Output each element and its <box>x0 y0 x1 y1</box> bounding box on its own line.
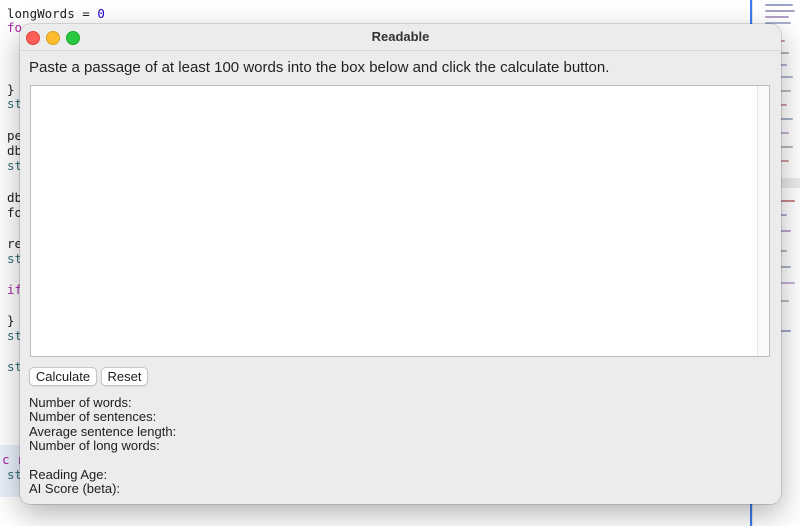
code-line: } <box>7 313 15 328</box>
code-line: } <box>7 82 15 97</box>
passage-text-input[interactable] <box>30 85 770 357</box>
minimap-line <box>765 16 789 18</box>
ai-score-label: AI Score (beta): <box>29 481 121 496</box>
window-title: Readable <box>371 29 430 44</box>
reset-button[interactable]: Reset <box>101 367 148 386</box>
titlebar-divider <box>20 50 781 51</box>
window-titlebar[interactable]: Readable <box>20 24 781 50</box>
instructions-text: Paste a passage of at least 100 words in… <box>29 59 610 76</box>
long-word-count-label: Number of long words: <box>29 438 160 453</box>
code-line: longWords = 0 <box>7 6 105 21</box>
word-count-label: Number of words: <box>29 395 132 410</box>
readable-window: Readable Paste a passage of at least 100… <box>20 24 781 504</box>
average-sentence-length-label: Average sentence length: <box>29 424 177 439</box>
sentence-count-label: Number of sentences: <box>29 409 157 424</box>
minimap-line <box>765 4 793 6</box>
calculate-button[interactable]: Calculate <box>29 367 97 386</box>
minimap-line <box>765 10 795 12</box>
reading-age-label: Reading Age: <box>29 467 108 482</box>
text-input-scrollbar[interactable] <box>757 86 769 356</box>
